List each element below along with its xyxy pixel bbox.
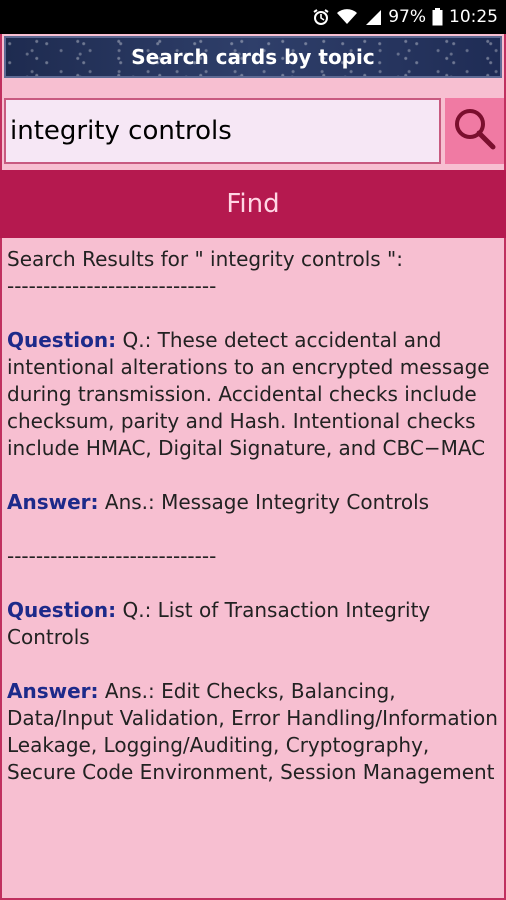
answer-label: Answer:	[7, 490, 99, 514]
search-input[interactable]	[4, 98, 441, 164]
separator: -----------------------------	[7, 274, 217, 298]
search-icon	[452, 106, 498, 156]
battery-icon	[432, 7, 443, 27]
wifi-icon	[336, 7, 358, 27]
search-button[interactable]	[445, 98, 504, 164]
answer-label: Answer:	[7, 679, 99, 703]
signal-icon	[364, 7, 382, 27]
find-button-label: Find	[226, 189, 280, 219]
alarm-icon	[312, 7, 330, 27]
search-results: Search Results for " integrity controls …	[7, 246, 499, 786]
question-label: Question:	[7, 328, 117, 352]
clock: 10:25	[449, 7, 498, 27]
result-question: Question: Q.: List of Transaction Integr…	[7, 597, 499, 651]
result-question: Question: Q.: These detect accidental an…	[7, 327, 499, 462]
results-heading: Search Results for " integrity controls …	[7, 247, 403, 271]
page-title-text: Search cards by topic	[131, 45, 375, 69]
battery-percent: 97%	[388, 7, 426, 27]
find-button[interactable]: Find	[0, 170, 506, 238]
separator: -----------------------------	[7, 544, 217, 568]
result-answer: Answer: Ans.: Message Integrity Controls	[7, 489, 499, 516]
search-bar	[4, 98, 504, 164]
answer-text: Ans.: Message Integrity Controls	[104, 490, 430, 514]
status-bar: 97% 10:25	[0, 0, 506, 34]
question-label: Question:	[7, 598, 117, 622]
page-title: Search cards by topic	[4, 36, 502, 78]
result-answer: Answer: Ans.: Edit Checks, Balancing, Da…	[7, 678, 499, 786]
